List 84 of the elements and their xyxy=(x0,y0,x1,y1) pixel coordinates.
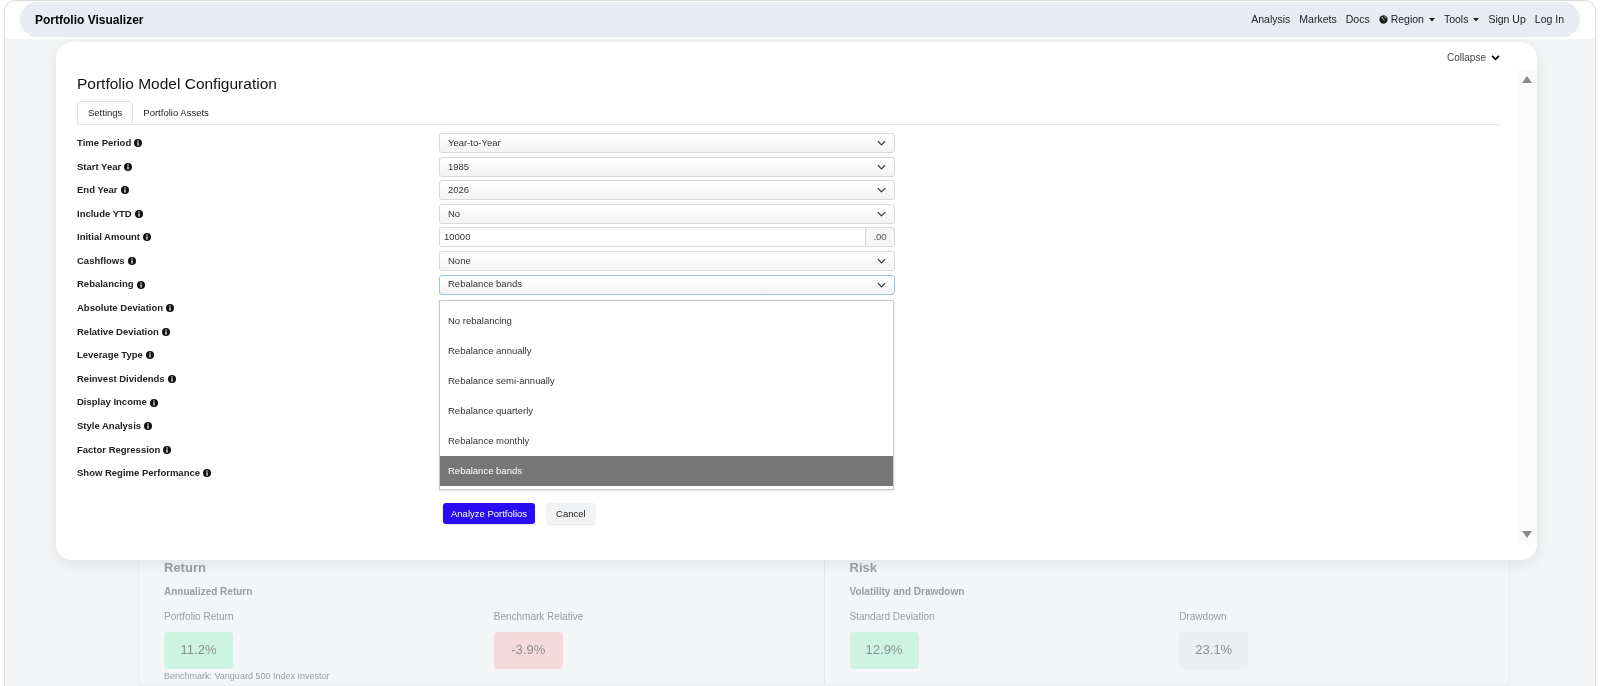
dropdown-option[interactable]: Rebalance bands xyxy=(440,455,893,486)
dropdown-option[interactable]: Rebalance annually xyxy=(440,335,893,366)
section-title: Return xyxy=(164,559,207,577)
info-icon xyxy=(203,469,211,478)
amount-suffix: .00 xyxy=(866,227,895,248)
scrollbar[interactable] xyxy=(1517,70,1537,544)
brand-name[interactable]: Portfolio Visualizer xyxy=(35,10,144,29)
metric-value: 23.1% xyxy=(1179,631,1249,669)
field-label: Include YTD xyxy=(77,206,132,221)
analyze-button[interactable]: Analyze Portfolios xyxy=(443,503,536,525)
section-subtitle: Annualized Return xyxy=(164,584,254,599)
nav-link[interactable]: Region xyxy=(1378,11,1435,28)
section-title: Risk xyxy=(849,559,878,577)
nav-link[interactable]: Sign Up xyxy=(1488,11,1526,28)
field-label: Style Analysis xyxy=(77,419,142,434)
field-label: End Year xyxy=(77,183,118,198)
field-label: Reinvest Dividends xyxy=(77,371,165,386)
metric-value: 11.2% xyxy=(164,631,233,669)
select-field[interactable]: Year-to-Year xyxy=(439,133,895,154)
field-label: Rebalancing xyxy=(77,277,134,292)
select-field[interactable]: None xyxy=(439,251,895,271)
nav-link[interactable]: Log In xyxy=(1534,11,1564,28)
nav-link[interactable]: Docs xyxy=(1345,11,1370,28)
nav-link[interactable]: Tools xyxy=(1443,11,1480,28)
field-label: Leverage Type xyxy=(77,348,143,363)
dropdown-option[interactable]: No rebalancing xyxy=(440,305,893,336)
chevron-down-icon xyxy=(877,210,886,217)
info-icon xyxy=(144,422,153,431)
field-label: Absolute Deviation xyxy=(77,301,164,316)
field-label: Show Regime Performance xyxy=(77,466,200,481)
globe-icon xyxy=(1378,15,1388,24)
field-label: Start Year xyxy=(77,159,122,174)
metric-label: Benchmark Relative xyxy=(493,609,585,624)
info-icon xyxy=(143,233,151,242)
collapse-button[interactable]: Collapse xyxy=(1447,50,1500,65)
info-icon xyxy=(120,186,129,195)
dropdown-option[interactable]: Rebalance quarterly xyxy=(440,395,893,426)
benchmark-note: Benchmark: Vanguard 500 Index Investor xyxy=(164,669,331,683)
metric-label: Portfolio Return xyxy=(164,609,235,624)
info-icon xyxy=(127,257,136,265)
info-icon xyxy=(145,351,154,360)
field-label: Time Period xyxy=(77,135,132,150)
field-label: Factor Regression xyxy=(77,442,161,457)
dropdown-option[interactable]: Rebalance semi-annually xyxy=(440,365,893,396)
info-icon xyxy=(149,398,158,407)
info-icon xyxy=(161,327,170,336)
select-field[interactable]: Rebalance bands xyxy=(439,274,895,295)
caret-icon xyxy=(1428,17,1435,22)
select-field[interactable]: 1985 xyxy=(439,156,895,177)
select-field[interactable]: 2026 xyxy=(439,180,895,201)
nav-link[interactable]: Markets xyxy=(1299,11,1337,28)
chevron-down-icon xyxy=(877,140,886,147)
metric-value: 12.9% xyxy=(849,631,919,669)
scroll-down-icon[interactable] xyxy=(1522,531,1532,538)
field-label: Initial Amount xyxy=(77,230,140,245)
scroll-up-icon[interactable] xyxy=(1522,76,1532,83)
field-label: Relative Deviation xyxy=(77,324,159,339)
section-subtitle: Volatility and Drawdown xyxy=(849,584,966,599)
tab[interactable]: Portfolio Assets xyxy=(133,101,219,125)
chevron-down-icon xyxy=(877,187,886,194)
info-icon xyxy=(124,162,133,171)
cancel-button[interactable]: Cancel xyxy=(547,503,595,525)
metric-label: Drawdown xyxy=(1179,609,1228,624)
chevron-down-icon xyxy=(1491,54,1500,61)
nav-link[interactable]: Analysis xyxy=(1251,11,1291,28)
tab[interactable]: Settings xyxy=(77,101,134,125)
amount-field[interactable]: 10000 xyxy=(439,227,866,248)
field-label: Display Income xyxy=(77,395,147,410)
info-icon xyxy=(134,139,143,148)
chevron-down-icon xyxy=(877,163,886,170)
field-label: Cashflows xyxy=(77,253,125,268)
panel-title: Portfolio Model Configuration xyxy=(77,74,278,94)
chevron-down-icon xyxy=(877,258,886,264)
select-field[interactable]: No xyxy=(439,203,895,224)
info-icon xyxy=(167,375,176,383)
metric-label: Standard Deviation xyxy=(849,609,936,624)
info-icon xyxy=(134,209,143,218)
dropdown-option[interactable]: Rebalance monthly xyxy=(440,425,893,456)
info-icon xyxy=(163,445,172,454)
info-icon xyxy=(166,304,175,313)
caret-icon xyxy=(1473,17,1480,22)
metric-value: -3.9% xyxy=(493,631,563,669)
info-icon xyxy=(136,280,145,289)
chevron-down-icon xyxy=(877,281,886,288)
